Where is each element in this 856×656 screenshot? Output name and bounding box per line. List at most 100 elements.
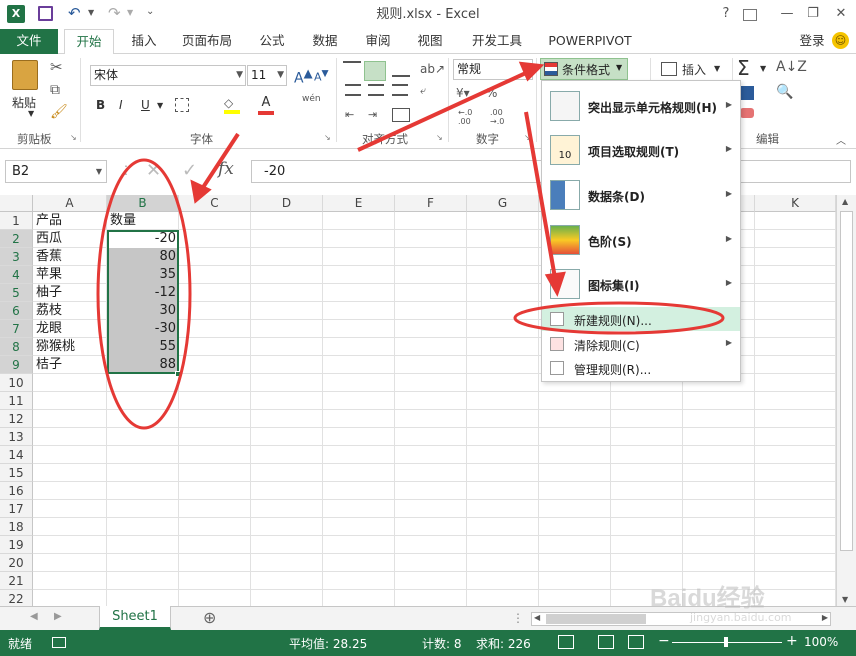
scroll-down-icon[interactable]: ▼ xyxy=(842,595,848,604)
decrease-indent-icon[interactable]: ⇤ xyxy=(345,108,354,121)
increase-decimal-icon[interactable]: ←.0 .00 xyxy=(458,108,484,126)
font-size-select[interactable]: 11 ▼ xyxy=(247,65,287,86)
vertical-scrollbar[interactable]: ▲ ▼ xyxy=(836,195,856,606)
cut-icon[interactable]: ✂ xyxy=(50,58,63,76)
menu-item-highlight-rules[interactable]: 突出显示单元格规则(H) ▶ xyxy=(542,87,740,127)
underline-button[interactable]: U xyxy=(141,98,150,112)
zoom-slider[interactable] xyxy=(672,637,782,647)
insert-cells-icon[interactable] xyxy=(661,62,677,76)
row-header-17[interactable]: 17 xyxy=(0,500,33,518)
alignment-launcher-icon[interactable]: ↘ xyxy=(436,133,443,142)
menu-item-clear-rules[interactable]: 清除规则(C) ▶ xyxy=(542,333,740,355)
tab-view[interactable]: 视图 xyxy=(408,29,452,54)
row-header-16[interactable]: 16 xyxy=(0,482,33,500)
row-header-18[interactable]: 18 xyxy=(0,518,33,536)
paste-icon[interactable] xyxy=(12,60,38,90)
smiley-icon[interactable]: ☺ xyxy=(832,32,849,49)
prev-sheet-icon[interactable]: ◀ xyxy=(30,611,38,622)
zoom-out-icon[interactable]: − xyxy=(658,633,670,649)
align-top-icon[interactable] xyxy=(343,61,361,77)
zoom-in-icon[interactable]: + xyxy=(786,633,798,649)
login-link[interactable]: 登录 xyxy=(796,29,828,54)
column-header-e[interactable]: E xyxy=(323,195,395,212)
fill-icon[interactable] xyxy=(740,86,754,100)
cell-b7[interactable]: -30 xyxy=(107,320,179,338)
insert-function-icon[interactable]: fx xyxy=(218,159,234,179)
minimize-icon[interactable]: — xyxy=(776,4,798,24)
row-header-20[interactable]: 20 xyxy=(0,554,33,572)
row-header-5[interactable]: 5 xyxy=(0,284,33,302)
menu-item-top-bottom-rules[interactable]: 10 项目选取规则(T) ▶ xyxy=(542,131,740,171)
menu-item-data-bars[interactable]: 数据条(D) ▶ xyxy=(542,176,740,216)
fill-color-icon[interactable]: ◇ xyxy=(224,96,240,114)
row-header-13[interactable]: 13 xyxy=(0,428,33,446)
zoom-slider-thumb[interactable] xyxy=(724,637,728,647)
cell-b2[interactable]: -20 xyxy=(107,230,179,248)
page-break-view-icon[interactable] xyxy=(628,635,644,649)
cell-b1[interactable]: 数量 xyxy=(107,212,179,230)
column-header-f[interactable]: F xyxy=(395,195,467,212)
wrap-text-icon[interactable]: ⤶ xyxy=(420,84,426,98)
row-header-15[interactable]: 15 xyxy=(0,464,33,482)
row-header-14[interactable]: 14 xyxy=(0,446,33,464)
normal-view-icon[interactable] xyxy=(558,635,574,649)
insert-dropdown-icon[interactable]: ▼ xyxy=(714,64,720,73)
restore-icon[interactable]: ❐ xyxy=(802,4,824,24)
row-header-22[interactable]: 22 xyxy=(0,590,33,606)
align-right-icon[interactable] xyxy=(392,84,408,96)
tab-review[interactable]: 审阅 xyxy=(356,29,400,54)
italic-button[interactable]: I xyxy=(119,98,123,112)
row-header-21[interactable]: 21 xyxy=(0,572,33,590)
orientation-icon[interactable]: ab↗ xyxy=(420,62,445,76)
clear-icon[interactable] xyxy=(740,108,754,118)
row-header-8[interactable]: 8 xyxy=(0,338,33,356)
copy-icon[interactable]: ⧉ xyxy=(50,82,60,98)
row-header-11[interactable]: 11 xyxy=(0,392,33,410)
page-layout-view-icon[interactable] xyxy=(598,635,614,649)
enter-icon[interactable]: ✓ xyxy=(182,160,197,181)
column-header-c[interactable]: C xyxy=(179,195,251,212)
select-all-corner[interactable] xyxy=(0,195,33,212)
scroll-left-icon[interactable]: ◀ xyxy=(534,613,540,622)
cell-a7[interactable]: 龙眼 xyxy=(33,320,107,338)
cell-b4[interactable]: 35 xyxy=(107,266,179,284)
cell-a2[interactable]: 西瓜 xyxy=(33,230,107,248)
row-header-7[interactable]: 7 xyxy=(0,320,33,338)
font-color-icon[interactable]: A xyxy=(258,95,274,115)
clipboard-launcher-icon[interactable]: ↘ xyxy=(70,133,77,142)
tab-formulas[interactable]: 公式 xyxy=(250,29,294,54)
row-header-12[interactable]: 12 xyxy=(0,410,33,428)
cell-a5[interactable]: 柚子 xyxy=(33,284,107,302)
tab-file[interactable]: 文件 xyxy=(0,29,58,54)
tab-page-layout[interactable]: 页面布局 xyxy=(172,29,242,54)
decrease-decimal-icon[interactable]: .00 →.0 xyxy=(490,108,516,126)
underline-dropdown-icon[interactable]: ▼ xyxy=(157,101,163,110)
cell-a1[interactable]: 产品 xyxy=(33,212,107,230)
paste-dropdown-icon[interactable]: ▼ xyxy=(28,109,34,118)
column-header-d[interactable]: D xyxy=(251,195,323,212)
scroll-thumb[interactable] xyxy=(546,614,646,624)
row-header-1[interactable]: 1 xyxy=(0,212,33,230)
next-sheet-icon[interactable]: ▶ xyxy=(54,611,62,622)
help-icon[interactable]: ? xyxy=(715,4,737,24)
autosum-dropdown-icon[interactable]: ▼ xyxy=(760,64,766,73)
format-painter-icon[interactable]: 🖌 xyxy=(50,104,68,120)
menu-item-icon-sets[interactable]: 图标集(I) ▶ xyxy=(542,265,740,305)
phonetic-button[interactable]: wén xyxy=(302,94,321,104)
cell-b8[interactable]: 55 xyxy=(107,338,179,356)
cell-a3[interactable]: 香蕉 xyxy=(33,248,107,266)
scroll-up-icon[interactable]: ▲ xyxy=(842,197,848,206)
align-bottom-icon[interactable] xyxy=(392,61,410,77)
tab-data[interactable]: 数据 xyxy=(302,29,348,54)
column-header-b[interactable]: B xyxy=(107,195,179,212)
close-icon[interactable]: ✕ xyxy=(830,4,852,24)
insert-cells-button[interactable]: 插入 xyxy=(682,61,706,78)
zoom-level[interactable]: 100% xyxy=(804,635,838,649)
align-left-icon[interactable] xyxy=(345,84,361,96)
percent-icon[interactable]: % xyxy=(486,86,497,100)
name-box[interactable]: B2 ▼ xyxy=(5,160,107,183)
align-center-icon[interactable] xyxy=(368,84,384,96)
tab-home[interactable]: 开始 xyxy=(64,29,114,55)
cell-b3[interactable]: 80 xyxy=(107,248,179,266)
menu-item-manage-rules[interactable]: 管理规则(R)... xyxy=(542,357,740,379)
